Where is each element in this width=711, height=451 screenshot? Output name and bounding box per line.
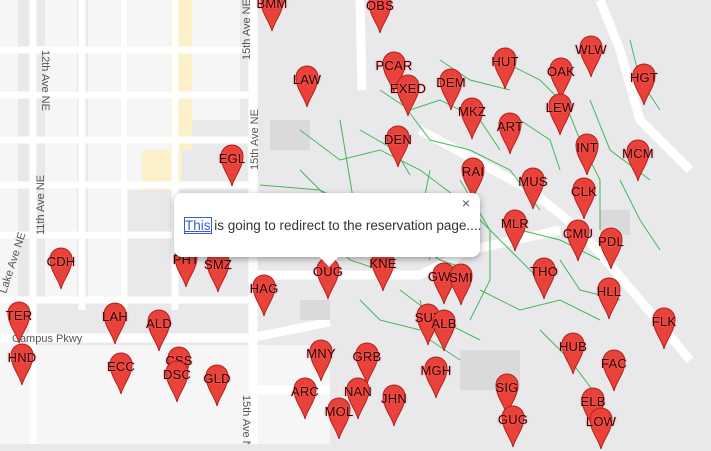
close-icon[interactable]: ×: [458, 195, 474, 211]
map-pin-icon: [220, 144, 244, 187]
map-pin-icon: [103, 302, 127, 345]
map-pin-icon: [260, 0, 284, 32]
popup-message: This is going to redirect to the reserva…: [184, 217, 482, 234]
marker-pin[interactable]: JHN: [381, 384, 407, 428]
marker-pin[interactable]: WLW: [575, 35, 607, 79]
marker-pin[interactable]: MOL: [325, 397, 353, 441]
marker-pin[interactable]: PDL: [598, 227, 624, 271]
map-pin-icon: [561, 332, 585, 375]
marker-pin[interactable]: EGL: [219, 144, 245, 188]
map-pin-icon: [575, 133, 599, 176]
marker-pin[interactable]: KNE: [369, 249, 396, 293]
map-pin-icon: [368, 0, 392, 34]
map-pin-icon: [599, 227, 623, 270]
marker-pin[interactable]: PCAR: [376, 51, 412, 95]
marker-pin[interactable]: MUS: [518, 167, 548, 211]
marker-pin[interactable]: LEW: [546, 93, 574, 137]
map-pin-icon: [589, 407, 613, 450]
marker-pin[interactable]: MCM: [622, 139, 654, 183]
map-pin-icon: [501, 405, 525, 448]
map-pin-icon: [252, 274, 276, 317]
map-pin-icon: [7, 301, 31, 344]
marker-pin[interactable]: OBS: [366, 0, 394, 35]
map-pin-icon: [548, 93, 572, 136]
map-pin-icon: [652, 307, 676, 350]
marker-pin[interactable]: ART: [497, 112, 523, 156]
marker-pin[interactable]: MNY: [306, 339, 336, 383]
map-pin-icon: [449, 263, 473, 306]
map-pin-icon: [424, 356, 448, 399]
marker-pin[interactable]: SMI: [449, 263, 473, 307]
map-pin-icon: [566, 219, 590, 262]
road-label-15th-ave-mid: 15th Ave NE: [249, 109, 261, 170]
map-pin-icon: [165, 360, 189, 403]
marker-pin[interactable]: DEM: [436, 68, 466, 112]
marker-pin[interactable]: HND: [8, 343, 36, 387]
marker-pin[interactable]: SMZ: [204, 250, 232, 294]
map-pin-icon: [579, 35, 603, 78]
map-pin-icon: [382, 384, 406, 427]
marker-pin[interactable]: FLK: [652, 307, 676, 351]
marker-pin[interactable]: HLL: [597, 277, 621, 321]
map-pin-icon: [109, 352, 133, 395]
map-pin-icon: [532, 257, 556, 300]
marker-pin[interactable]: HGT: [630, 63, 658, 107]
map-pin-icon: [572, 177, 596, 220]
map-pin-icon: [386, 125, 410, 168]
marker-pin[interactable]: DSC: [163, 360, 191, 404]
marker-pin[interactable]: MLR: [501, 209, 529, 253]
marker-pin[interactable]: LAW: [293, 65, 321, 109]
map-pin-icon: [396, 74, 420, 117]
marker-pin[interactable]: HUB: [559, 332, 587, 376]
marker-pin[interactable]: MKZ: [458, 97, 486, 141]
map-pin-icon: [327, 397, 351, 440]
marker-pin[interactable]: GLD: [203, 364, 230, 408]
marker-pin[interactable]: ALD: [146, 309, 172, 353]
info-popup: × This is going to redirect to the reser…: [174, 193, 482, 267]
marker-pin[interactable]: ECC: [107, 352, 135, 396]
marker-pin[interactable]: MGH: [421, 356, 451, 400]
road-label-11th-ave: 11th Ave NE: [35, 175, 47, 235]
marker-pin[interactable]: THO: [530, 257, 558, 301]
map-pin-icon: [602, 349, 626, 392]
marker-pin[interactable]: SUZ: [415, 303, 441, 347]
marker-pin[interactable]: NAN: [344, 377, 372, 421]
popup-message-text: is going to redirect to the reservation …: [210, 218, 482, 233]
marker-pin[interactable]: BMM: [257, 0, 287, 33]
marker-pin[interactable]: GUG: [498, 405, 528, 449]
map-pin-icon: [503, 209, 527, 252]
marker-pin[interactable]: CDH: [47, 247, 75, 291]
map-pin-icon: [460, 97, 484, 140]
marker-pin[interactable]: EXED: [390, 74, 426, 118]
popup-tail: [318, 255, 340, 267]
map-pin-icon: [49, 247, 73, 290]
map-pin-icon: [597, 277, 621, 320]
marker-pin[interactable]: DEN: [384, 125, 412, 169]
map-pin-icon: [498, 112, 522, 155]
map-pin-icon: [293, 377, 317, 420]
map-pin-icon: [521, 167, 545, 210]
marker-pin[interactable]: HAG: [250, 274, 278, 318]
marker-pin[interactable]: CMU: [563, 219, 593, 263]
marker-pin[interactable]: LAH: [102, 302, 128, 346]
road-label-15th-ave-bottom: 15th Ave NE: [240, 395, 252, 444]
road-label-15th-ave-top: 15th Ave NE: [241, 0, 253, 60]
map-pin-icon: [432, 309, 456, 352]
marker-pin[interactable]: OUG: [313, 257, 343, 301]
road-label-12th-ave: 12th Ave NE: [39, 50, 51, 111]
marker-pin[interactable]: ARC: [291, 377, 319, 421]
marker-pin[interactable]: HUT: [491, 47, 518, 91]
map-pin-icon: [10, 343, 34, 386]
map-pin-icon: [632, 63, 656, 106]
map-pin-icon: [295, 65, 319, 108]
map-pin-icon: [205, 364, 229, 407]
map-pin-icon: [493, 47, 517, 90]
marker-pin[interactable]: PHT: [173, 245, 199, 289]
marker-pin[interactable]: FAC: [601, 349, 627, 393]
map-pin-icon: [626, 139, 650, 182]
reservation-link[interactable]: This: [184, 217, 212, 234]
